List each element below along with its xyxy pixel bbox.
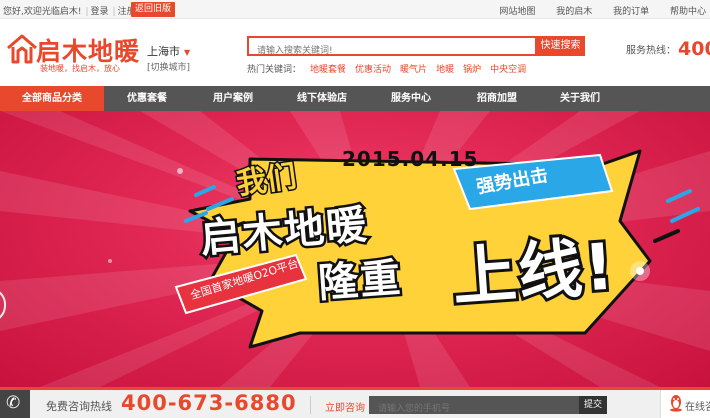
my-account-link[interactable]: 我的启木 [556,7,592,17]
consult-bar: ✆ 免费咨询热线 400-673-6880 立即咨询 提交 在线咨 [0,387,710,418]
hot-keyword[interactable]: 地暖套餐 [310,65,346,75]
help-center-link[interactable]: 帮助中心 [670,7,706,17]
free-hotline-number: 400-673-6880 [121,391,297,415]
switch-city-link[interactable]: [切换城市] [147,60,190,73]
topbar-left: 您好,欢迎光临启木! | 登录 | 注册 [3,7,136,17]
header: 启木地暖 装地暖，找启木，放心 上海市 ▼ [切换城市] 快速搜索 热门关键词： 地… [0,20,710,84]
phone-number-input[interactable] [369,400,579,418]
nav-experience-store[interactable]: 线下体验店 [276,86,368,111]
banner-date: 2015.04.15 [342,147,479,171]
login-link[interactable]: 登录 [91,7,109,17]
city-selector[interactable]: 上海市 ▼ [147,43,190,59]
top-bar: 您好,欢迎光临启木! | 登录 | 注册 返回旧版 网站地图 我的启木 我的订单 帮助中… [0,0,710,19]
hotline-number: 400 [678,38,710,60]
hot-keyword[interactable]: 锅炉 [463,65,481,75]
page: 您好,欢迎光临启木! | 登录 | 注册 返回旧版 网站地图 我的启木 我的订单 帮助中… [0,0,710,418]
hot-keywords: 热门关键词： 地暖套餐 优惠活动 暖气片 地暖 锅炉 中央空调 [247,62,526,75]
banner-launch-text: 上线! [447,227,621,318]
search-button[interactable]: 快速搜索 [536,36,585,56]
topbar-links: 网站地图 我的启木 我的订单 帮助中心 [481,4,706,17]
nav-franchise[interactable]: 招商加盟 [454,86,540,111]
consult-label: 立即咨询 [325,403,365,414]
hot-keyword[interactable]: 地暖 [436,65,454,75]
qq-penguin-icon [670,395,682,412]
logo-house-icon [7,34,37,64]
banner-women-text: 我们 [233,157,300,203]
online-consult-label: 在线咨 [685,402,710,413]
service-hotline: 服务热线：400 [626,38,710,60]
hot-keyword[interactable]: 暖气片 [400,65,427,75]
nav-packages[interactable]: 优惠套餐 [104,86,190,111]
nav-all-categories[interactable]: 全部商品分类 [0,86,104,111]
search-box [247,36,537,59]
site-map-link[interactable]: 网站地图 [499,7,535,17]
promo-banner[interactable]: 我们 2015.04.15 强势出击 启木地暖 隆重 上线! 全国首家地暖O2O… [0,111,710,387]
banner-long-text: 隆重 [314,253,406,310]
free-hotline-label: 免费咨询热线 [46,400,112,413]
online-consult-button[interactable]: 在线咨 [660,390,710,418]
city-name: 上海市 [147,45,180,58]
logo[interactable]: 启木地暖 装地暖，找启木，放心 [6,34,139,84]
nav-service-center[interactable]: 服务中心 [368,86,454,111]
nav-about-us[interactable]: 关于我们 [540,86,620,111]
phone-icon: ✆ [0,390,30,418]
hot-keywords-label: 热门关键词： [247,65,302,75]
submit-button[interactable]: 提交 [579,396,607,414]
caret-down-icon: ▼ [184,48,191,57]
search-input[interactable] [249,43,535,59]
main-nav: 全部商品分类 优惠套餐 用户案例 线下体验店 服务中心 招商加盟 关于我们 [0,86,710,111]
nav-user-cases[interactable]: 用户案例 [190,86,276,111]
my-orders-link[interactable]: 我的订单 [613,7,649,17]
divider [310,396,311,414]
greeting-text: 您好,欢迎光临启木! [3,7,82,17]
old-version-button[interactable]: 返回旧版 [131,2,176,17]
phone-input-box [369,396,579,418]
hot-keyword[interactable]: 中央空调 [490,65,526,75]
logo-slogan: 装地暖，找启木，放心 [40,64,120,73]
hotline-label: 服务热线： [626,45,676,57]
hot-keyword[interactable]: 优惠活动 [355,65,391,75]
